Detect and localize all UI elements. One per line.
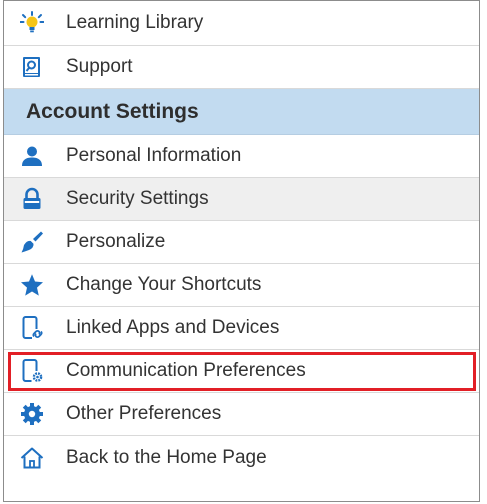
menu-item-support[interactable]: Support: [4, 46, 479, 89]
star-icon: [20, 273, 44, 297]
menu-item-change-your-shortcuts[interactable]: Change Your Shortcuts: [4, 264, 479, 307]
menu-item-label: Personalize: [66, 231, 166, 252]
menu-item-communication-preferences[interactable]: Communication Preferences: [4, 350, 479, 393]
menu-item-label: Learning Library: [66, 12, 204, 33]
menu-item-label: Security Settings: [66, 188, 209, 209]
person-icon: [20, 144, 44, 168]
menu-item-back-to-home-page[interactable]: Back to the Home Page: [4, 436, 479, 479]
menu-item-label: Personal Information: [66, 145, 242, 166]
menu-item-personalize[interactable]: Personalize: [4, 221, 479, 264]
device-gear-icon: [20, 359, 44, 383]
paintbrush-icon: [20, 230, 44, 254]
menu-item-label: Linked Apps and Devices: [66, 317, 280, 338]
menu-item-learning-library[interactable]: Learning Library: [4, 1, 479, 46]
menu-item-linked-apps-and-devices[interactable]: Linked Apps and Devices: [4, 307, 479, 350]
lock-icon: [20, 187, 44, 211]
menu-item-other-preferences[interactable]: Other Preferences: [4, 393, 479, 436]
menu-item-label: Back to the Home Page: [66, 446, 267, 468]
menu-item-personal-information[interactable]: Personal Information: [4, 135, 479, 178]
account-menu: Learning Library Support Account Setting…: [3, 0, 480, 502]
menu-item-label: Communication Preferences: [66, 360, 306, 381]
linked-device-icon: [20, 316, 44, 340]
section-title: Account Settings: [26, 99, 199, 123]
menu-item-label: Change Your Shortcuts: [66, 274, 262, 295]
home-icon: [20, 446, 44, 470]
section-header-account-settings: Account Settings: [4, 89, 479, 135]
support-book-icon: [20, 55, 44, 79]
lightbulb-icon: [20, 11, 44, 35]
gear-icon: [20, 402, 44, 426]
menu-item-security-settings[interactable]: Security Settings: [4, 178, 479, 221]
menu-item-label: Other Preferences: [66, 403, 222, 424]
menu-item-label: Support: [66, 56, 133, 77]
